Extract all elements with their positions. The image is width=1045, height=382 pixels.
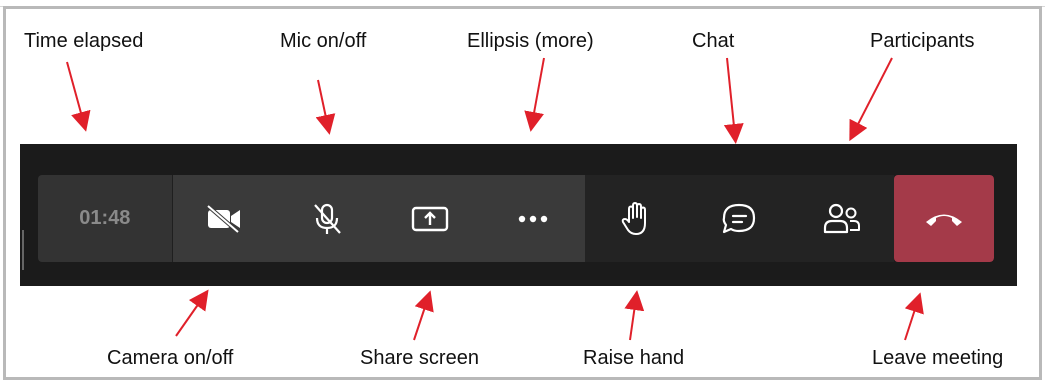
arrow-raise-hand bbox=[624, 290, 645, 341]
arrow-leave bbox=[904, 292, 924, 341]
arrow-participants bbox=[849, 57, 893, 142]
arrow-ellipsis bbox=[524, 57, 545, 132]
arrow-chat bbox=[723, 57, 744, 144]
arrow-time-elapsed bbox=[66, 61, 91, 132]
arrow-camera bbox=[175, 289, 209, 337]
arrow-mic bbox=[315, 79, 336, 135]
arrow-share bbox=[413, 290, 434, 341]
annotation-arrows bbox=[66, 57, 924, 341]
